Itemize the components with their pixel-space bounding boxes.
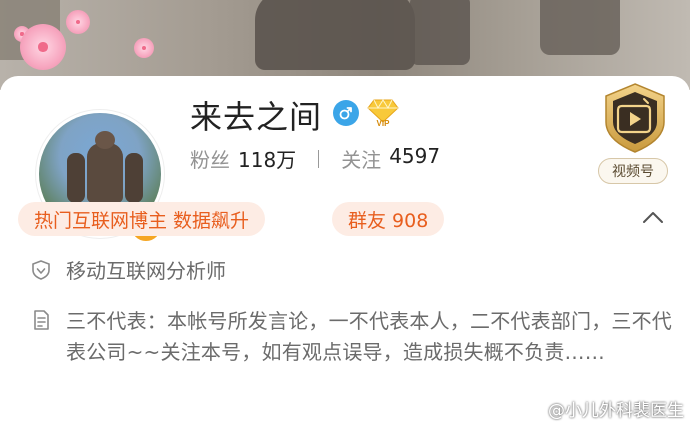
weibo-logo-icon [520, 400, 543, 418]
followers-count: 118万 [238, 148, 297, 172]
flower-decoration [66, 10, 90, 34]
bio-text: 三不代表：本帐号所发言论，一不代表本人，二不代表部门，三不代表公司~~关注本号，… [66, 309, 672, 364]
bio-info: 三不代表：本帐号所发言论，一不代表本人，二不代表部门，三不代表公司~~关注本号，… [30, 306, 678, 368]
verification-info: 移动互联网分析师 [30, 256, 226, 287]
shield-check-icon [32, 260, 50, 280]
vip-diamond-icon[interactable]: VIP [366, 98, 400, 128]
document-icon [34, 310, 49, 330]
chevron-up-icon[interactable] [640, 208, 666, 228]
watermark: @小儿外科裴医生 [520, 396, 684, 421]
male-icon [333, 100, 359, 126]
video-account-button[interactable]: 视频号 [598, 82, 678, 186]
tag-hot-blogger[interactable]: 热门互联网博主 数据飙升 [18, 202, 266, 236]
cover-detail [410, 0, 470, 65]
following-label: 关注 [341, 148, 382, 172]
vip-text: VIP [377, 119, 391, 128]
tag-group-fans[interactable]: 群友 908 [332, 202, 445, 236]
following-stat[interactable]: 关注 4597 [341, 144, 440, 173]
divider [318, 149, 320, 168]
followers-stat[interactable]: 粉丝 118万 [190, 144, 296, 173]
flower-decoration [134, 38, 154, 58]
flower-decoration [20, 24, 66, 70]
following-count: 4597 [389, 144, 441, 168]
followers-label: 粉丝 [190, 148, 230, 172]
profile-name: 来去之间 [190, 98, 323, 136]
cover-detail [540, 0, 620, 55]
play-shield-icon [605, 83, 665, 153]
verification-text: 移动互联网分析师 [66, 259, 226, 283]
watermark-text: @小儿外科裴医生 [548, 401, 684, 421]
stats-row: 粉丝 118万 关注 4597 [190, 144, 440, 173]
profile-card: 来去之间 VIP 粉丝 118万 关注 4597 视频号 热门互联网博主 数据飙… [0, 10, 690, 427]
video-account-label: 视频号 [598, 158, 668, 184]
cover-detail [255, 0, 415, 70]
